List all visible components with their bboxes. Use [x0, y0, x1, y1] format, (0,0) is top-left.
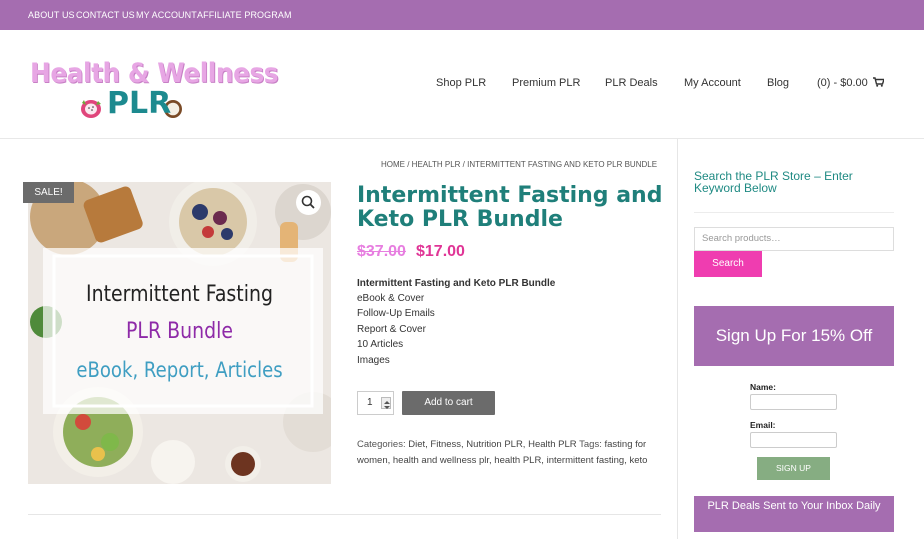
sidebar-divider [677, 139, 678, 539]
site-header: Health & Wellness PLR Shop PLR Premium P… [0, 30, 924, 139]
description-item: Follow-Up Emails [357, 308, 435, 319]
breadcrumb[interactable]: HOME / HEALTH PLR / INTERMITTENT FASTING… [381, 160, 657, 169]
shopping-cart-icon [872, 77, 885, 87]
description-heading: Intermittent Fasting and Keto PLR Bundle [357, 278, 556, 289]
description-item: Images [357, 355, 390, 366]
description-item: 10 Articles [357, 339, 404, 350]
sidebar-rule [694, 212, 894, 213]
top-bar: ABOUT US CONTACT US MY ACCOUNT AFFILIATE… [0, 0, 924, 30]
magnifier-icon [301, 195, 315, 209]
quantity-stepper[interactable] [381, 397, 391, 409]
image-text-line-1: Intermittent Fasting [86, 282, 273, 307]
nav-blog[interactable]: Blog [767, 77, 789, 89]
email-label: Email: [750, 420, 776, 430]
logo-line-1: Health & Wellness [30, 58, 279, 89]
top-link-my-account[interactable]: MY ACCOUNT [136, 10, 197, 20]
product-title: Intermittent Fasting and Keto PLR Bundle [357, 183, 663, 232]
top-link-contact-us[interactable]: CONTACT US [76, 10, 135, 20]
tags-label: Tags: [579, 439, 602, 450]
nav-plr-deals[interactable]: PLR Deals [605, 77, 658, 89]
product-meta: Categories: Diet, Fitness, Nutrition PLR… [357, 437, 662, 468]
stepper-arrows-icon [384, 401, 390, 409]
name-field[interactable] [750, 394, 837, 410]
email-field[interactable] [750, 432, 837, 448]
nav-premium-plr[interactable]: Premium PLR [512, 77, 580, 89]
add-to-cart-button[interactable]: Add to cart [402, 391, 495, 415]
image-text-line-2: PLR Bundle [126, 319, 233, 344]
top-link-about-us[interactable]: ABOUT US [28, 10, 75, 20]
content-divider [28, 514, 661, 515]
image-text-line-3: eBook, Report, Articles [76, 358, 283, 382]
product-search-input[interactable]: Search products… [694, 227, 894, 251]
product-image[interactable]: Intermittent Fasting PLR Bundle eBook, R… [28, 182, 331, 484]
signup-banner: Sign Up For 15% Off [694, 306, 894, 366]
sidebar-search-title: Search the PLR Store – Enter Keyword Bel… [694, 169, 853, 195]
top-link-affiliate-program[interactable]: AFFILIATE PROGRAM [197, 10, 292, 20]
nav-my-account[interactable]: My Account [684, 77, 741, 89]
cart-total: (0) - $0.00 [817, 77, 868, 89]
name-label: Name: [750, 382, 776, 392]
categories-label: Categories: [357, 439, 406, 450]
zoom-button[interactable] [296, 190, 321, 215]
categories-links[interactable]: Diet, Fitness, Nutrition PLR, Health PLR [408, 439, 576, 450]
description-item: Report & Cover [357, 324, 426, 335]
nav-cart[interactable]: (0) - $0.00 [817, 77, 885, 89]
nav-shop-plr[interactable]: Shop PLR [436, 77, 486, 89]
price-sale: $17.00 [416, 243, 465, 260]
sale-badge: SALE! [23, 182, 74, 203]
deals-banner: PLR Deals Sent to Your Inbox Daily [694, 496, 894, 532]
price-original: $37.00 [357, 243, 406, 260]
sign-up-button[interactable]: SIGN UP [757, 457, 830, 480]
description-item: eBook & Cover [357, 293, 425, 304]
logo-line-2: PLR [107, 86, 172, 121]
search-button[interactable]: Search [694, 251, 762, 277]
